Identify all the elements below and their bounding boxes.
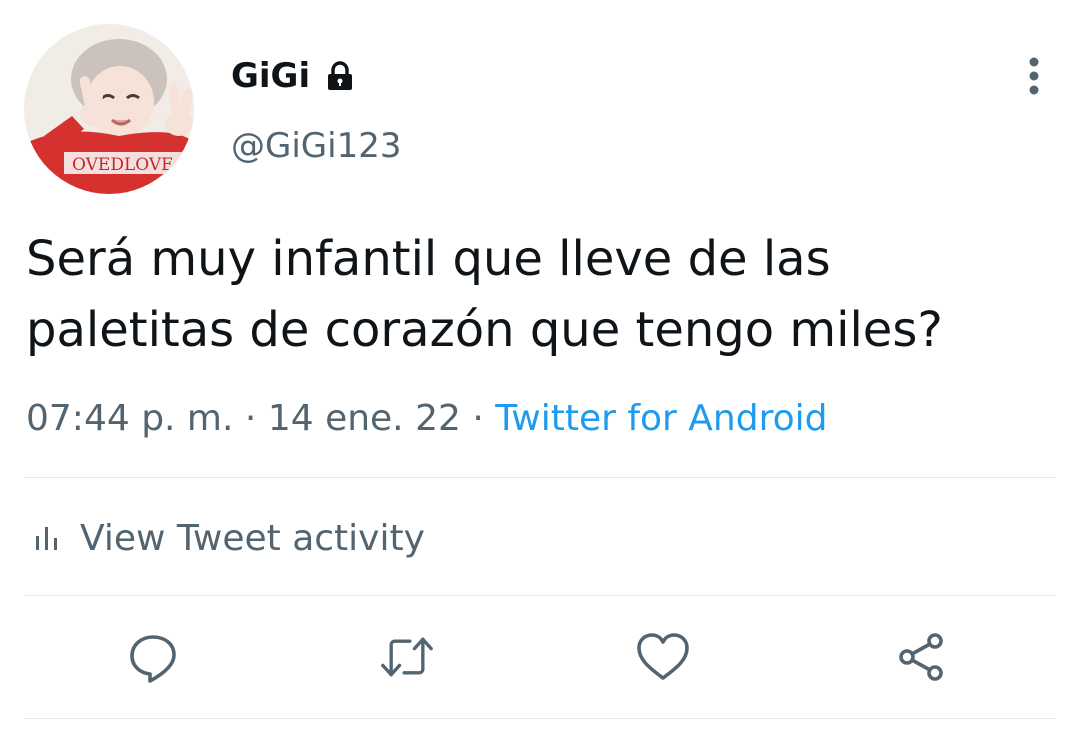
lock-icon xyxy=(324,60,356,92)
tweet-text-line: Será muy infantil que lleve de las xyxy=(26,231,831,287)
analytics-icon xyxy=(36,527,57,550)
author-name[interactable]: GiGi xyxy=(231,56,356,96)
tweet-source-link[interactable]: Twitter for Android xyxy=(495,398,827,439)
tweet-meta: 07:44 p. m. · 14 ene. 22 · Twitter for A… xyxy=(26,395,827,443)
avatar[interactable]: OVEDLOVE xyxy=(24,24,194,194)
meta-separator: · xyxy=(472,398,484,439)
share-button[interactable] xyxy=(894,630,948,684)
more-options-button[interactable] xyxy=(1014,54,1054,98)
more-vertical-icon xyxy=(1029,57,1039,95)
reply-icon xyxy=(130,635,176,683)
tweet-date[interactable]: 14 ene. 22 xyxy=(268,398,461,439)
retweet-button[interactable] xyxy=(380,630,434,684)
like-button[interactable] xyxy=(636,630,690,684)
divider xyxy=(24,718,1056,719)
author-handle[interactable]: @GiGi123 xyxy=(231,125,401,167)
heart-icon xyxy=(637,633,689,680)
meta-separator: · xyxy=(244,398,257,439)
tweet-time[interactable]: 07:44 p. m. xyxy=(26,398,233,439)
reply-button[interactable] xyxy=(126,630,180,684)
divider xyxy=(24,595,1056,596)
tweet-text: Será muy infantil que lleve de las palet… xyxy=(26,224,1046,366)
author-name-text: GiGi xyxy=(231,56,311,96)
tweet: OVEDLOVE GiGi @GiGi123 Será muy infantil… xyxy=(0,0,1080,734)
tweet-text-line: paletitas de corazón que tengo miles? xyxy=(26,302,943,358)
view-tweet-activity-label: View Tweet activity xyxy=(80,517,425,559)
divider xyxy=(24,477,1056,478)
view-tweet-activity-button[interactable]: View Tweet activity xyxy=(34,513,425,563)
share-icon xyxy=(899,633,943,681)
svg-text:OVEDLOVE: OVEDLOVE xyxy=(72,155,174,175)
retweet-icon xyxy=(381,637,433,677)
